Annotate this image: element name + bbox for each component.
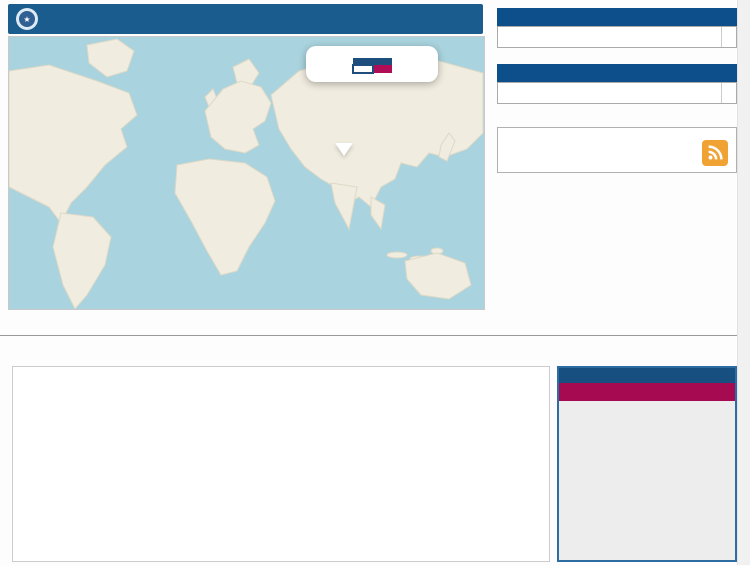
tab-bar	[0, 313, 750, 336]
popup-pointer	[335, 143, 353, 156]
select-city-header	[497, 8, 737, 26]
select-parameter-header	[497, 64, 737, 82]
aqi-summary	[559, 383, 735, 401]
popup-table	[352, 58, 393, 74]
current-conditions-header	[559, 368, 735, 383]
scrollbar-track[interactable]	[737, 0, 750, 565]
bar-chart	[13, 367, 549, 561]
chevron-down-icon[interactable]	[721, 83, 736, 103]
map-popup	[306, 46, 438, 82]
popup-pollutant-header	[353, 58, 373, 65]
rss-icon[interactable]	[702, 140, 728, 166]
dos-seal-icon: ★	[16, 8, 38, 30]
app-header: ★	[8, 4, 483, 34]
popup-aqi-header	[373, 58, 392, 65]
parameter-select[interactable]	[497, 82, 737, 104]
feed-box	[497, 127, 737, 173]
current-conditions-panel	[557, 366, 737, 562]
map[interactable]	[8, 36, 485, 310]
chart-panel	[12, 366, 550, 562]
city-select[interactable]	[497, 26, 737, 48]
popup-aqi-value	[373, 65, 392, 73]
health-message	[559, 401, 735, 560]
popup-pollutant-value	[353, 65, 373, 73]
chevron-down-icon[interactable]	[721, 27, 736, 47]
